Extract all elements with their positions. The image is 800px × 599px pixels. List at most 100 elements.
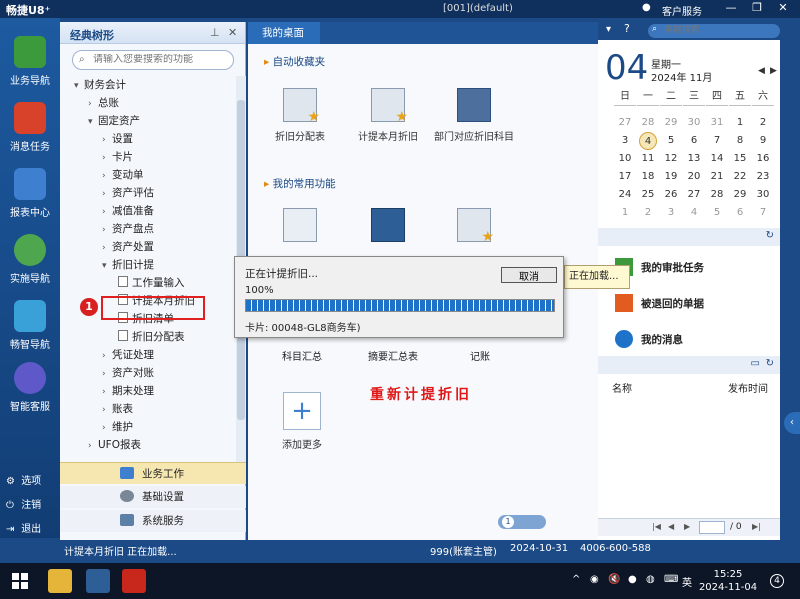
network-icon[interactable]: ◉ bbox=[590, 574, 599, 585]
settings-gear-icon bbox=[120, 490, 134, 502]
customer-service-link[interactable]: 客户服务 bbox=[662, 3, 702, 18]
message-pager: |◀ ◀ ▶ / 0 ▶| bbox=[598, 518, 780, 536]
highlight-box bbox=[101, 296, 205, 320]
system-clock[interactable]: 15:25 2024-11-04 bbox=[698, 568, 758, 594]
tree-node-evaluation[interactable]: › 资产评估 bbox=[102, 184, 154, 202]
windows-start-icon[interactable] bbox=[12, 573, 28, 589]
calendar-today[interactable]: 4 bbox=[639, 132, 657, 150]
tree-search-input[interactable] bbox=[93, 54, 229, 65]
keyboard-icon[interactable]: ⌨ bbox=[664, 574, 678, 585]
minimize-button[interactable]: — bbox=[720, 1, 742, 17]
messages-bar: ▭ ↻ bbox=[598, 356, 780, 374]
tree-node-impairment[interactable]: › 减值准备 bbox=[102, 202, 154, 220]
task-returned[interactable]: 被退回的单据 bbox=[615, 294, 704, 312]
next-page-icon[interactable]: ▶ bbox=[684, 522, 694, 532]
next-month-icon[interactable]: ▶ bbox=[770, 66, 777, 76]
cancel-button[interactable]: 取消 bbox=[501, 267, 557, 283]
refresh-icon[interactable]: ↻ bbox=[766, 358, 774, 369]
tile-summary-table[interactable] bbox=[348, 208, 428, 248]
tree-node-change[interactable]: › 变动单 bbox=[102, 166, 144, 184]
task-messages[interactable]: 我的消息 bbox=[615, 330, 683, 348]
system-service-icon bbox=[120, 514, 134, 526]
module-system-service[interactable]: 系统服务 bbox=[60, 510, 246, 532]
prev-month-icon[interactable]: ◀ bbox=[758, 66, 765, 76]
refresh-icon[interactable]: ↻ bbox=[766, 230, 774, 241]
first-page-icon[interactable]: |◀ bbox=[652, 522, 662, 532]
tree-node-reports[interactable]: › 账表 bbox=[102, 400, 133, 418]
search-icon: ⌕ bbox=[79, 54, 85, 65]
tree-node-disposal[interactable]: › 资产处置 bbox=[102, 238, 154, 256]
u8-app-icon[interactable] bbox=[86, 569, 110, 593]
tree-node-card[interactable]: › 卡片 bbox=[102, 148, 133, 166]
dropdown-icon[interactable]: ▾ bbox=[606, 24, 611, 35]
tree-node-voucher[interactable]: › 凭证处理 bbox=[102, 346, 154, 364]
tile-posting[interactable]: ★ bbox=[434, 208, 514, 248]
tray-expand-icon[interactable]: ^ bbox=[572, 574, 580, 585]
current-card: 卡片: 00048-GL8商务车) bbox=[245, 323, 361, 334]
options-button[interactable]: ⚙ 选项 bbox=[6, 472, 41, 487]
page-dot[interactable]: 1 bbox=[502, 516, 514, 528]
progress-fill bbox=[246, 300, 554, 311]
tree-node-period-end[interactable]: › 期末处理 bbox=[102, 382, 154, 400]
page-total: / 0 bbox=[730, 522, 742, 532]
col-publish-time[interactable]: 发布时间 bbox=[728, 380, 768, 395]
file-explorer-icon[interactable] bbox=[48, 569, 72, 593]
volume-muted-icon[interactable]: 🔇 bbox=[608, 574, 620, 585]
tab-my-desktop[interactable]: 我的桌面 bbox=[248, 22, 320, 44]
desktop-pager[interactable]: 1 bbox=[498, 515, 546, 529]
ime-indicator[interactable]: 英 bbox=[682, 574, 692, 589]
doc-search[interactable]: ⌕ bbox=[648, 24, 780, 38]
module-business-work[interactable]: 业务工作 bbox=[60, 462, 246, 484]
help-icon[interactable]: ? bbox=[624, 22, 630, 35]
calculator-icon bbox=[371, 208, 405, 242]
monitor-icon[interactable]: ▭ bbox=[751, 358, 760, 369]
exit-button[interactable]: ⇥ 退出 bbox=[6, 520, 41, 535]
tree-node-inventory[interactable]: › 资产盘点 bbox=[102, 220, 154, 238]
tile-allocation-table[interactable]: ★ 折旧分配表 bbox=[260, 88, 340, 143]
tree-node-workload[interactable]: 工作量输入 bbox=[118, 274, 185, 292]
nav-service[interactable]: 智能客服 bbox=[0, 362, 60, 413]
tree-node-settings[interactable]: › 设置 bbox=[102, 130, 133, 148]
nav-message[interactable]: 消息任务 bbox=[0, 102, 60, 153]
app-tray-icon-2[interactable]: ◍ bbox=[646, 574, 655, 585]
status-date: 2024-10-31 bbox=[510, 543, 569, 554]
restore-button[interactable]: ❐ bbox=[746, 1, 768, 17]
tile-add-more[interactable]: + 添加更多 bbox=[262, 392, 342, 451]
nav-implement[interactable]: 实施导航 bbox=[0, 234, 60, 285]
gear-icon: ⚙ bbox=[6, 476, 15, 487]
u8-plus-icon[interactable] bbox=[122, 569, 146, 593]
notification-badge[interactable]: 4 bbox=[770, 574, 784, 588]
prev-page-icon[interactable]: ◀ bbox=[668, 522, 678, 532]
page-input[interactable] bbox=[699, 521, 725, 534]
tree-search[interactable]: ⌕ bbox=[72, 50, 234, 70]
tile-dept-depreciation-subject[interactable]: 部门对应折旧科目 bbox=[434, 88, 514, 143]
tree-node-fixed-assets[interactable]: ▾ 固定资产 bbox=[88, 112, 140, 130]
module-basic-settings[interactable]: 基础设置 bbox=[60, 486, 246, 508]
status-phone: 4006-600-588 bbox=[580, 543, 651, 554]
app-logo: 畅捷U8⁺ bbox=[6, 4, 51, 17]
nav-business[interactable]: 业务导航 bbox=[0, 36, 60, 87]
tile-subject-summary[interactable] bbox=[260, 208, 340, 248]
user-icon[interactable]: ● bbox=[642, 2, 651, 13]
close-icon[interactable]: ✕ bbox=[228, 26, 237, 39]
logout-button[interactable]: ⏻ 注销 bbox=[6, 496, 41, 511]
tile-monthly-depreciation[interactable]: ★ 计提本月折旧 bbox=[348, 88, 428, 143]
tree-node-ledger[interactable]: › 总账 bbox=[88, 94, 119, 112]
pin-icon[interactable]: ⊥ bbox=[210, 26, 220, 39]
last-page-icon[interactable]: ▶| bbox=[752, 522, 762, 532]
collapse-panel-button[interactable]: ‹ bbox=[784, 412, 800, 434]
returned-doc-icon bbox=[615, 294, 633, 312]
nav-report[interactable]: 报表中心 bbox=[0, 168, 60, 219]
document-star-icon: ★ bbox=[457, 208, 494, 245]
tree-node-reconcile[interactable]: › 资产对账 bbox=[102, 364, 154, 382]
doc-search-input[interactable] bbox=[664, 25, 774, 35]
tree-node-allocation[interactable]: 折旧分配表 bbox=[118, 328, 185, 346]
tree-node-depreciation[interactable]: ▾ 折旧计提 bbox=[102, 256, 154, 274]
col-name[interactable]: 名称 bbox=[612, 380, 632, 395]
app-tray-icon[interactable]: ● bbox=[628, 574, 637, 585]
close-button[interactable]: ✕ bbox=[772, 1, 794, 17]
tree-node-maintain[interactable]: › 维护 bbox=[102, 418, 133, 436]
tree-node-finance[interactable]: ▾ 财务会计 bbox=[74, 76, 126, 94]
tree-node-ufo[interactable]: › UFO报表 bbox=[88, 436, 141, 454]
nav-smart[interactable]: 畅智导航 bbox=[0, 300, 60, 351]
